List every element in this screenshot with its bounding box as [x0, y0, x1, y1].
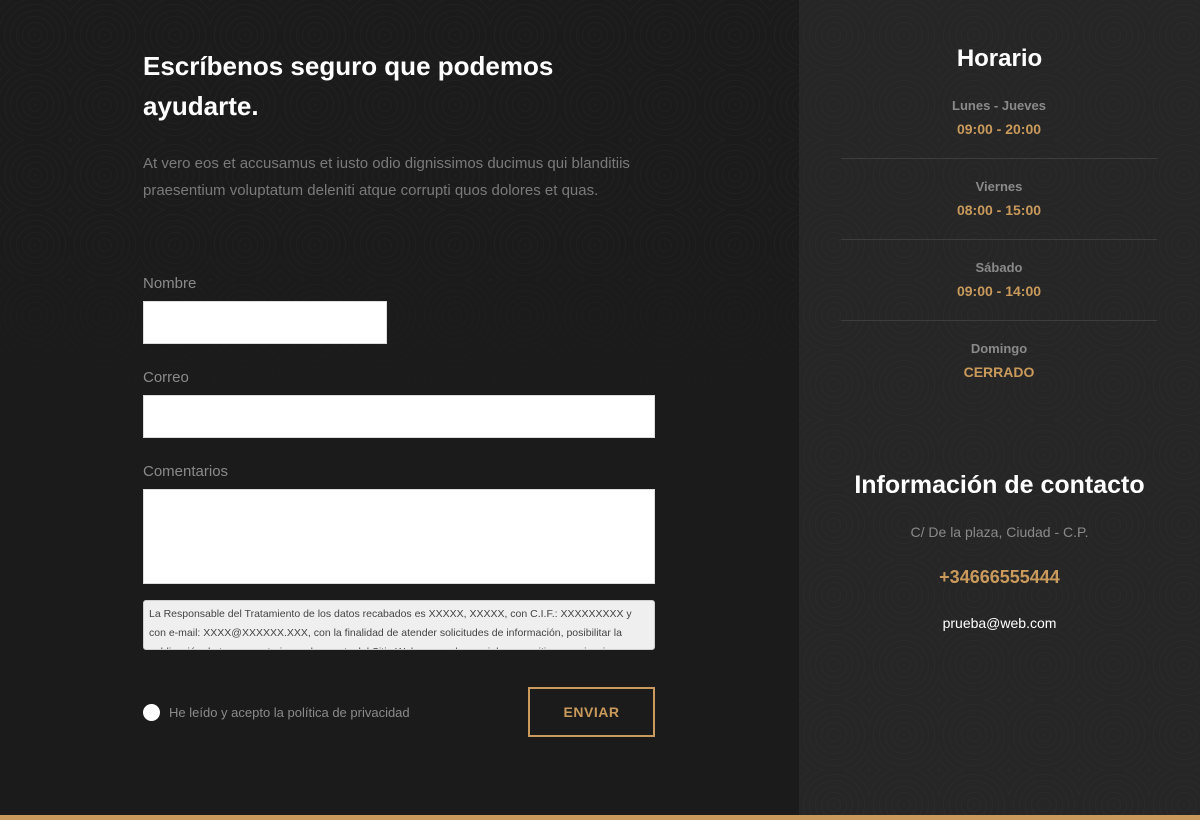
schedule-item: Lunes - Jueves 09:00 - 20:00	[841, 95, 1157, 141]
schedule-time: CERRADO	[963, 364, 1035, 380]
schedule-divider	[841, 320, 1157, 321]
schedule-item: Viernes 08:00 - 15:00	[841, 176, 1157, 222]
email-label: Correo	[143, 369, 189, 386]
privacy-checkbox-label[interactable]: He leído y acepto la política de privaci…	[169, 705, 410, 720]
comments-textarea[interactable]	[143, 489, 655, 584]
comments-label: Comentarios	[143, 463, 229, 480]
schedule-item: Domingo CERRADO	[841, 338, 1157, 384]
contact-title: Información de contacto	[854, 471, 1145, 499]
contact-address: C/ De la plaza, Ciudad - C.P.	[910, 524, 1089, 540]
schedule-day: Domingo	[970, 341, 1028, 356]
schedule-time: 08:00 - 15:00	[956, 202, 1042, 218]
schedule-day: Sábado	[975, 260, 1023, 275]
submit-button[interactable]: ENVIAR	[528, 687, 655, 737]
email-input[interactable]	[143, 395, 655, 438]
privacy-checkbox[interactable]	[143, 704, 160, 721]
schedule-time: 09:00 - 20:00	[956, 121, 1042, 137]
page-content: Escríbenos seguro que podemos ayudarte. …	[0, 0, 1200, 820]
schedule-divider	[841, 158, 1157, 159]
privacy-notice-box[interactable]: La Responsable del Tratamiento de los da…	[143, 600, 655, 650]
form-intro: At vero eos et accusamus et iusto odio d…	[143, 155, 630, 199]
schedule-item: Sábado 09:00 - 14:00	[841, 257, 1157, 303]
schedule-day: Lunes - Jueves	[952, 98, 1046, 113]
schedule-title: Horario	[956, 45, 1043, 72]
name-label: Nombre	[143, 275, 197, 292]
schedule-time: 09:00 - 14:00	[956, 283, 1042, 299]
contact-email-link[interactable]: prueba@web.com	[799, 615, 1200, 631]
form-heading: Escríbenos seguro que podemos ayudarte.	[143, 51, 554, 121]
schedule-day: Viernes	[975, 179, 1023, 194]
name-input[interactable]	[143, 301, 387, 344]
schedule-divider	[841, 239, 1157, 240]
contact-phone-link[interactable]: +34666555444	[799, 567, 1200, 588]
privacy-notice-text: La Responsable del Tratamiento de los da…	[149, 608, 632, 649]
